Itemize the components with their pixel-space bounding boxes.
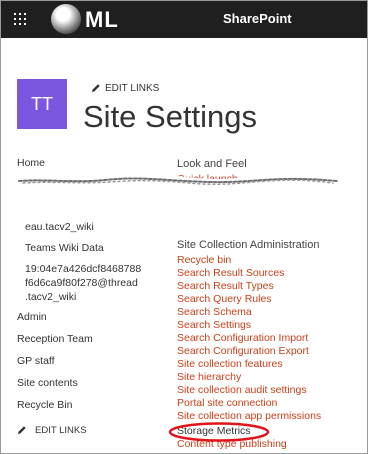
nav-item-gp-staff[interactable]: GP staff bbox=[17, 355, 55, 367]
nav-item-wiki[interactable]: eau.tacv2_wiki bbox=[25, 221, 94, 233]
site-initials: TT bbox=[31, 94, 53, 114]
pencil-icon bbox=[92, 84, 100, 93]
search-schema-link[interactable]: Search Schema bbox=[177, 306, 252, 318]
search-result-sources-link[interactable]: Search Result Sources bbox=[177, 267, 284, 279]
search-result-types-link[interactable]: Search Result Types bbox=[177, 280, 274, 292]
nav-item-home[interactable]: Home bbox=[17, 157, 45, 169]
edit-links-label: EDIT LINKS bbox=[35, 425, 87, 436]
redaction-scribble bbox=[10, 172, 346, 189]
edit-links-top[interactable]: EDIT LINKS bbox=[91, 83, 159, 94]
nav-item-thread-line2[interactable]: f6d6ca9f80f278@thread bbox=[25, 277, 138, 289]
nav-item-teams-wiki-data[interactable]: Teams Wiki Data bbox=[25, 242, 104, 254]
highlight-circle bbox=[168, 422, 270, 442]
site-collection-admin-heading: Site Collection Administration bbox=[177, 239, 320, 251]
site-hierarchy-link[interactable]: Site hierarchy bbox=[177, 371, 241, 383]
recycle-bin-link[interactable]: Recycle bin bbox=[177, 254, 231, 266]
search-settings-link[interactable]: Search Settings bbox=[177, 319, 251, 331]
search-query-rules-link[interactable]: Search Query Rules bbox=[177, 293, 272, 305]
nav-item-reception-team[interactable]: Reception Team bbox=[17, 333, 93, 345]
suite-title[interactable]: SharePoint bbox=[223, 11, 292, 26]
pencil-icon bbox=[18, 426, 26, 435]
logo-text: ML bbox=[85, 7, 119, 32]
search-configuration-export-link[interactable]: Search Configuration Export bbox=[177, 345, 309, 357]
nav-item-thread-line1[interactable]: 19:04e7a426dcf8468788 bbox=[25, 263, 141, 275]
site-collection-features-link[interactable]: Site collection features bbox=[177, 358, 283, 370]
nav-item-site-contents[interactable]: Site contents bbox=[17, 377, 78, 389]
nav-item-thread-line3[interactable]: .tacv2_wiki bbox=[25, 291, 76, 303]
look-and-feel-heading: Look and Feel bbox=[177, 158, 247, 170]
page-title: Site Settings bbox=[83, 99, 258, 134]
portal-site-connection-link[interactable]: Portal site connection bbox=[177, 397, 277, 409]
edit-links-bottom[interactable]: EDIT LINKS bbox=[17, 425, 87, 436]
edit-links-label: EDIT LINKS bbox=[105, 83, 160, 94]
waffle-icon[interactable] bbox=[14, 13, 26, 25]
search-configuration-import-link[interactable]: Search Configuration Import bbox=[177, 332, 308, 344]
page-frame: ML SharePoint TT EDIT LINKS Site Setting… bbox=[0, 0, 368, 454]
nav-item-recycle-bin[interactable]: Recycle Bin bbox=[17, 399, 72, 411]
site-collection-audit-settings-link[interactable]: Site collection audit settings bbox=[177, 384, 307, 396]
logo-icon bbox=[51, 4, 81, 34]
nav-item-admin[interactable]: Admin bbox=[17, 311, 47, 323]
site-logo-tile[interactable]: TT bbox=[17, 79, 67, 129]
suite-bar: ML SharePoint bbox=[1, 1, 367, 38]
